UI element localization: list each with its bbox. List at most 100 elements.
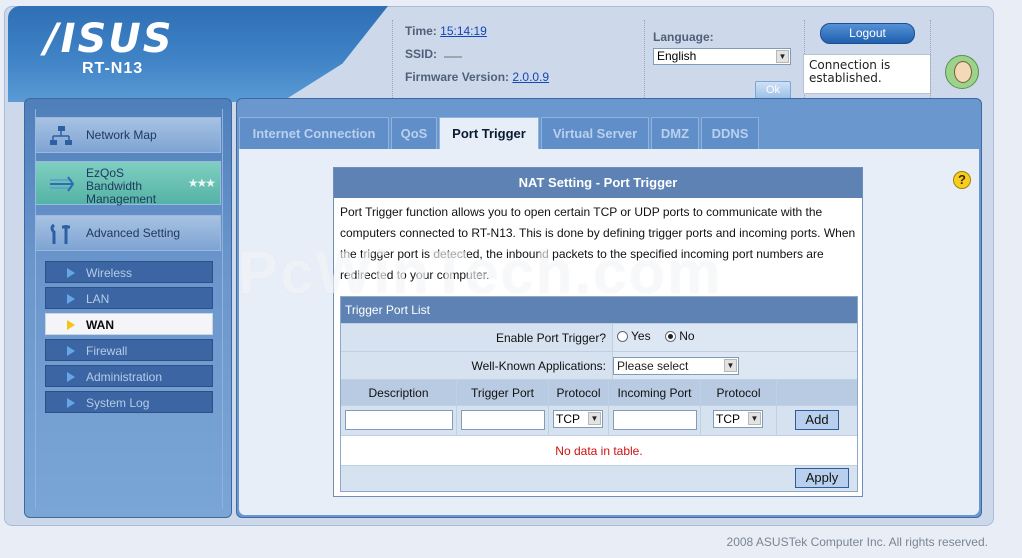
firmware-link[interactable]: 2.0.0.9	[512, 70, 549, 84]
port-trigger-content: ? NAT Setting - Port Trigger Port Trigge…	[238, 149, 979, 515]
chevron-down-icon: ▼	[588, 412, 601, 425]
well-known-apps-label: Well-Known Applications:	[341, 352, 613, 379]
sidebar: Network Map EzQoS Bandwidth Management ★…	[24, 98, 232, 518]
empty-table-message: No data in table.	[555, 444, 643, 458]
language-label: Language:	[653, 30, 714, 44]
chevron-down-icon: ▼	[748, 412, 761, 425]
sidebar-item-wan[interactable]: WAN	[45, 313, 213, 335]
protocol-cell-2: TCP ▼	[701, 406, 777, 436]
enable-port-trigger-row: Enable Port Trigger? Yes No	[341, 323, 857, 351]
sidebar-item-label: Network Map	[86, 128, 157, 142]
sidebar-item-lan[interactable]: LAN	[45, 287, 213, 309]
help-icon[interactable]: ?	[953, 171, 971, 189]
logout-button[interactable]: Logout	[820, 23, 915, 44]
col-incoming-port: Incoming Port	[609, 380, 701, 406]
apps-placeholder: Please select	[617, 359, 689, 373]
time-link[interactable]: 15:14:19	[440, 24, 487, 38]
nat-setting-panel: NAT Setting - Port Trigger Port Trigger …	[238, 167, 863, 497]
enable-port-trigger-label: Enable Port Trigger?	[341, 324, 613, 351]
col-trigger-port: Trigger Port	[457, 380, 549, 406]
brand-area: /ISUS RT-N13	[8, 6, 388, 102]
status-avatar-icon	[945, 55, 979, 89]
tab-ddns[interactable]: DDNS	[701, 117, 759, 149]
status-info-panel: Time: 15:14:19 SSID: Firmware Version: 2…	[392, 20, 642, 98]
sidebar-subitem-label: Firewall	[86, 344, 128, 358]
trigger-protocol-select[interactable]: TCP ▼	[553, 410, 603, 428]
language-value: English	[657, 49, 697, 63]
arrow-right-icon	[67, 268, 75, 278]
connection-status: Connection is established.	[803, 54, 931, 94]
apply-button[interactable]: Apply	[795, 468, 849, 488]
tab-port-trigger[interactable]: Port Trigger	[439, 117, 539, 150]
well-known-apps-row: Well-Known Applications: Please select ▼	[341, 351, 857, 379]
description-input[interactable]	[345, 410, 453, 430]
tab-internet-connection[interactable]: Internet Connection	[239, 117, 389, 149]
sidebar-subitem-label: System Log	[86, 396, 150, 410]
protocol-value: TCP	[556, 412, 580, 426]
firmware-label: Firmware Version:	[405, 70, 510, 84]
description-cell	[341, 406, 457, 436]
enable-no-radio[interactable]	[665, 331, 677, 342]
firmware-row: Firmware Version: 2.0.0.9	[405, 66, 642, 89]
tab-qos[interactable]: QoS	[391, 117, 437, 149]
protocol-value: TCP	[716, 412, 740, 426]
enable-yes-radio[interactable]	[617, 331, 628, 342]
protocol-cell: TCP ▼	[549, 406, 609, 436]
sidebar-subitem-label: WAN	[86, 318, 114, 332]
sidebar-item-wireless[interactable]: Wireless	[45, 261, 213, 283]
chevron-down-icon: ▼	[724, 359, 737, 372]
incoming-port-cell	[609, 406, 701, 436]
qos-icon	[50, 176, 74, 192]
sidebar-item-label: Advanced Setting	[86, 226, 181, 240]
no-label: No	[679, 329, 695, 343]
language-ok-button[interactable]: Ok	[755, 81, 791, 99]
sidebar-item-firewall[interactable]: Firewall	[45, 339, 213, 361]
col-protocol-2: Protocol	[701, 380, 777, 406]
language-panel: Language: English ▼ Ok	[644, 20, 802, 99]
trigger-port-input[interactable]	[461, 410, 545, 430]
sidebar-subitem-label: LAN	[86, 292, 110, 306]
trigger-port-list-title: Trigger Port List	[341, 297, 857, 323]
sidebar-item-system-log[interactable]: System Log	[45, 391, 213, 413]
sidebar-subitem-label: Administration	[86, 370, 163, 384]
tab-virtual-server[interactable]: Virtual Server	[541, 117, 649, 149]
table-header-row: Description Trigger Port Protocol Incomi…	[341, 379, 857, 406]
ssid-label: SSID:	[405, 47, 438, 61]
apply-row: Apply	[341, 465, 857, 491]
col-description: Description	[341, 380, 457, 406]
arrow-right-icon	[67, 398, 75, 408]
arrow-right-icon	[67, 294, 75, 304]
language-select[interactable]: English ▼	[653, 48, 791, 65]
incoming-protocol-select[interactable]: TCP ▼	[713, 410, 763, 428]
sidebar-item-label: EzQoS Bandwidth Management	[86, 166, 157, 206]
time-label: Time:	[405, 24, 437, 38]
header: /ISUS RT-N13 Time: 15:14:19 SSID: Firmwa…	[8, 6, 988, 102]
ssid-icon[interactable]	[444, 49, 463, 58]
incoming-port-input[interactable]	[613, 410, 697, 430]
trigger-port-list: Trigger Port List Enable Port Trigger? Y…	[340, 296, 858, 492]
sidebar-item-administration[interactable]: Administration	[45, 365, 213, 387]
add-button[interactable]: Add	[795, 410, 839, 430]
input-row: TCP ▼ TCP ▼ Add	[341, 405, 857, 436]
empty-table-row: No data in table.	[341, 435, 857, 465]
chevron-down-icon: ▼	[776, 50, 789, 63]
sidebar-subitem-label: Wireless	[86, 266, 133, 280]
well-known-apps-select[interactable]: Please select ▼	[613, 357, 739, 375]
yes-label: Yes	[631, 329, 651, 343]
add-cell: Add	[777, 406, 857, 436]
sidebar-item-network-map[interactable]: Network Map	[35, 117, 221, 153]
tab-dmz[interactable]: DMZ	[651, 117, 699, 149]
ssid-row: SSID:	[405, 43, 642, 66]
arrow-right-icon	[67, 346, 75, 356]
col-protocol: Protocol	[549, 380, 609, 406]
arrow-right-icon	[67, 372, 75, 382]
panel-description: Port Trigger function allows you to open…	[340, 205, 856, 282]
sidebar-item-ezqos[interactable]: EzQoS Bandwidth Management ★★★	[35, 161, 221, 206]
panel-title: NAT Setting - Port Trigger	[334, 168, 862, 198]
sidebar-item-advanced-setting[interactable]: Advanced Setting	[35, 215, 221, 251]
stars-icon: ★★★	[187, 176, 216, 190]
asus-logo: /ISUS	[44, 16, 174, 62]
tools-icon	[50, 223, 70, 244]
model-name: RT-N13	[82, 60, 144, 77]
trigger-port-cell	[457, 406, 549, 436]
